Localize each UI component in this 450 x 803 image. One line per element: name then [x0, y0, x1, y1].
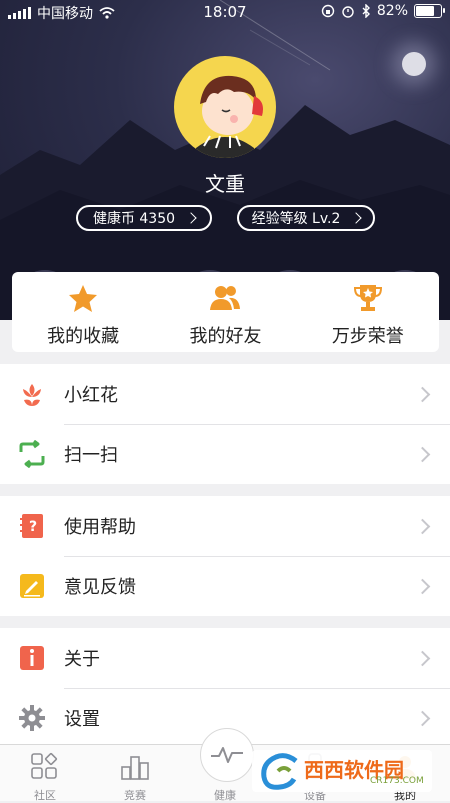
flower-icon: [23, 384, 41, 406]
moon: [402, 52, 426, 76]
menu-label: 扫一扫: [64, 445, 118, 466]
help-book-icon: ?: [20, 514, 43, 538]
tab-label: 社区: [34, 789, 56, 802]
quick-actions-card: 我的收藏 我的好友 万步荣誉: [12, 272, 439, 352]
menu-item-help[interactable]: ? 使用帮助: [0, 496, 450, 556]
honors-button[interactable]: 万步荣誉: [297, 272, 439, 352]
health-center-button[interactable]: [200, 728, 254, 782]
chevron-right-icon: [185, 212, 197, 224]
alarm-icon: [342, 6, 354, 18]
bluetooth-icon: [362, 4, 370, 18]
menu-item-feedback[interactable]: 意见反馈: [0, 556, 450, 616]
menu-item-scan[interactable]: 扫一扫: [0, 424, 450, 484]
tab-label: 竞赛: [124, 789, 146, 802]
menu-group-1: 小红花 扫一扫: [0, 364, 450, 484]
health-pulse-icon: [211, 747, 243, 763]
menu-label: 小红花: [64, 385, 118, 406]
health-coins-button[interactable]: 健康币 4350: [76, 205, 212, 231]
tab-competition[interactable]: 竞赛: [90, 745, 180, 802]
experience-level-label: 经验等级 Lv.2: [251, 211, 341, 227]
chevron-right-icon: [350, 212, 363, 224]
friends-icon: [210, 286, 241, 310]
experience-level-button[interactable]: 经验等级 Lv.2: [237, 205, 375, 231]
honors-label: 万步荣誉: [331, 326, 404, 347]
menu-label: 使用帮助: [64, 517, 136, 538]
menu-label: 设置: [64, 709, 100, 730]
star-icon: [69, 285, 98, 312]
tab-community[interactable]: 社区: [0, 745, 90, 802]
avatar[interactable]: [174, 56, 276, 158]
chevron-right-icon: [414, 578, 431, 594]
rotation-lock-icon: [321, 4, 335, 18]
feedback-pen-icon: [20, 574, 44, 598]
watermark-overlay: 西西软件园 CR173.COM: [252, 750, 432, 792]
battery-icon: [414, 4, 445, 18]
watermark-subtext: CR173.COM: [370, 776, 424, 786]
scan-icon: [19, 440, 45, 468]
friends-button[interactable]: 我的好友: [154, 272, 296, 352]
trophy-icon: [353, 285, 382, 311]
competition-icon: [121, 756, 149, 780]
menu-item-about[interactable]: 关于: [0, 628, 450, 688]
menu-item-little-red-flower[interactable]: 小红花: [0, 364, 450, 424]
favorites-button[interactable]: 我的收藏: [12, 272, 154, 352]
svg-text:?: ?: [29, 519, 37, 535]
menu-group-2: ? 使用帮助 意见反馈: [0, 496, 450, 616]
chevron-right-icon: [414, 650, 431, 666]
watermark-logo: [261, 753, 298, 790]
favorites-label: 我的收藏: [47, 326, 120, 347]
chevron-right-icon: [414, 710, 431, 726]
community-icon: [31, 752, 58, 779]
username: 文重: [205, 172, 245, 196]
status-bar: 中国移动 18:07 82%: [0, 0, 450, 22]
battery-text: 82%: [376, 3, 408, 19]
chevron-right-icon: [414, 518, 431, 534]
chevron-right-icon: [414, 446, 431, 462]
menu-label: 关于: [64, 649, 100, 670]
info-icon: [20, 646, 44, 670]
menu-label: 意见反馈: [64, 577, 136, 598]
gear-icon: [19, 705, 45, 731]
chevron-right-icon: [414, 386, 431, 402]
health-coins-label: 健康币 4350: [92, 211, 176, 227]
friends-label: 我的好友: [189, 326, 262, 347]
